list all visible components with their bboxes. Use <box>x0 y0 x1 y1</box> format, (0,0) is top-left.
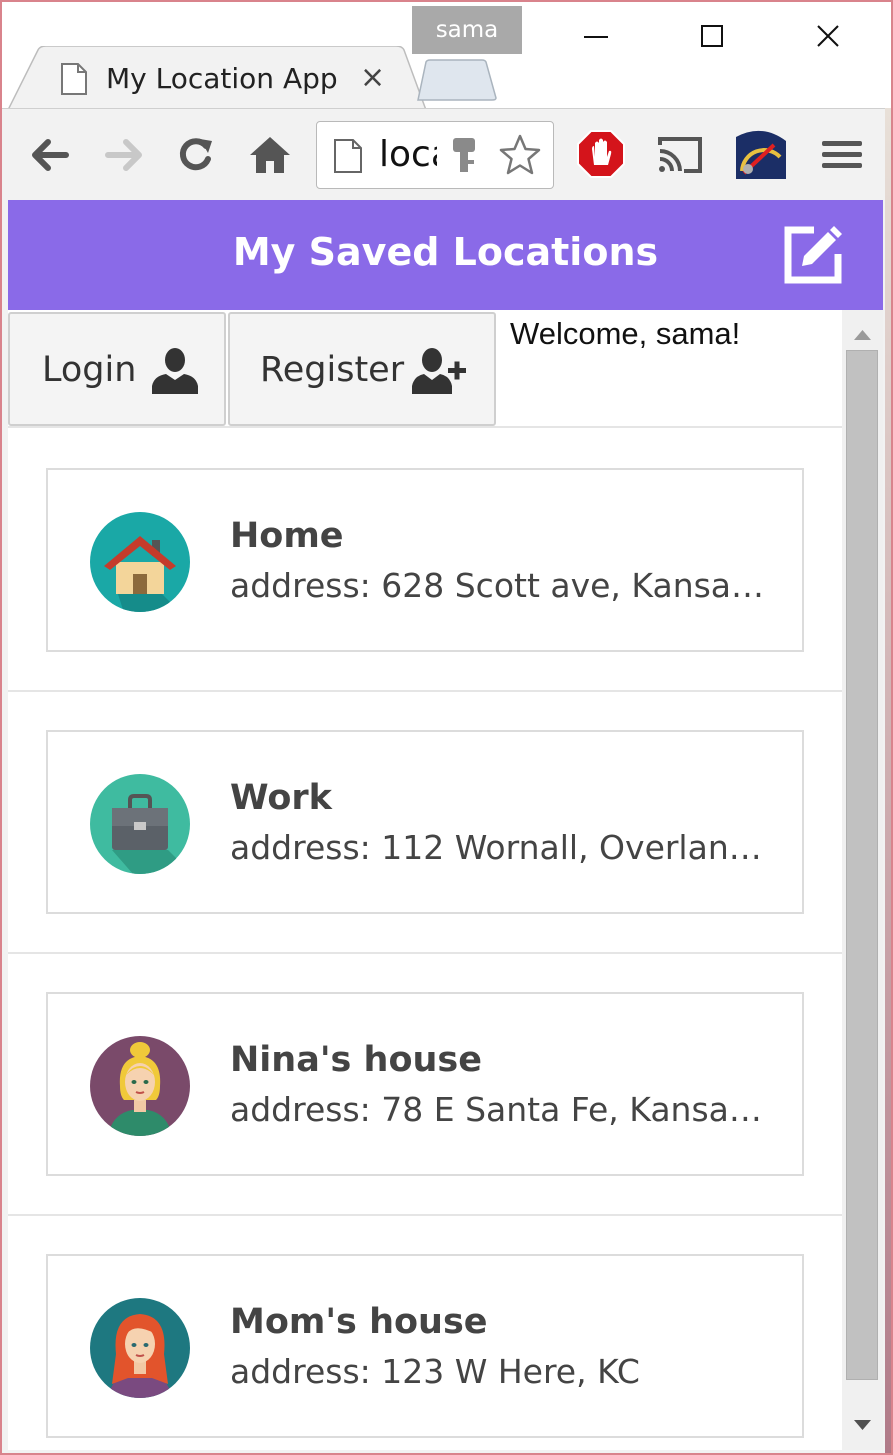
location-name: Home <box>230 516 344 556</box>
house-icon <box>90 512 190 612</box>
list-item: Work address: 112 Wornall, Overland Park <box>8 692 842 954</box>
location-address: address: 112 Wornall, Overland Park <box>230 828 776 867</box>
page-icon <box>334 139 362 173</box>
location-card[interactable]: Work address: 112 Wornall, Overland Park <box>46 730 804 914</box>
location-address: address: 628 Scott ave, Kansas City <box>230 566 776 605</box>
app-header: My Saved Locations <box>8 200 883 310</box>
browser-toolbar: localhost <box>2 108 891 200</box>
location-card[interactable]: Nina's house address: 78 E Santa Fe, Kan… <box>46 992 804 1176</box>
add-user-icon <box>412 348 466 394</box>
user-icon <box>152 348 198 394</box>
speedometer-icon[interactable] <box>734 127 788 181</box>
maximize-icon[interactable] <box>692 16 732 56</box>
woman-blonde-icon <box>90 1036 190 1136</box>
address-bar[interactable]: localhost <box>316 121 554 189</box>
back-arrow-icon[interactable] <box>26 131 74 179</box>
auth-bar: Login Register Welcome, sama! <box>8 310 842 428</box>
page-icon <box>61 63 87 95</box>
window-close-icon[interactable] <box>808 16 848 56</box>
location-name: Nina's house <box>230 1040 483 1080</box>
minimize-icon[interactable] <box>576 16 616 56</box>
location-name: Work <box>230 778 332 818</box>
browser-tab[interactable]: My Location App × <box>8 46 426 110</box>
new-tab-button[interactable] <box>412 58 498 102</box>
cast-icon[interactable] <box>656 131 704 179</box>
edit-icon[interactable] <box>780 222 846 288</box>
location-address: address: 78 E Santa Fe, Kansas City <box>230 1090 776 1129</box>
login-label: Login <box>42 350 137 390</box>
location-name: Mom's house <box>230 1302 488 1342</box>
scroll-up-arrow-icon[interactable] <box>842 318 883 348</box>
title-bar: sama My Location App × <box>2 2 891 110</box>
scrollbar-thumb[interactable] <box>846 350 878 1380</box>
key-icon[interactable] <box>449 136 479 176</box>
list-item: Nina's house address: 78 E Santa Fe, Kan… <box>8 954 842 1216</box>
register-label: Register <box>260 350 405 390</box>
scroll-down-arrow-icon[interactable] <box>842 1410 883 1440</box>
list-item: Mom's house address: 123 W Here, KC <box>8 1216 842 1450</box>
reload-icon[interactable] <box>172 131 220 179</box>
location-card[interactable]: Mom's house address: 123 W Here, KC <box>46 1254 804 1438</box>
profile-badge[interactable]: sama <box>412 6 522 54</box>
login-button[interactable]: Login <box>8 312 226 426</box>
adblock-icon[interactable] <box>576 129 626 179</box>
location-address: address: 123 W Here, KC <box>230 1352 640 1391</box>
forward-arrow-icon[interactable] <box>100 131 148 179</box>
desktop-background <box>885 108 891 1453</box>
welcome-message: Welcome, sama! <box>510 316 741 351</box>
list-item: Home address: 628 Scott ave, Kansas City <box>8 430 842 692</box>
browser-window: sama My Location App × loc My Saved Loca… <box>0 0 893 1455</box>
scrollbar[interactable] <box>842 310 883 1450</box>
menu-icon[interactable] <box>818 131 866 179</box>
url-text[interactable]: localhost <box>379 134 437 175</box>
woman-redhead-icon <box>90 1298 190 1398</box>
page-title: My Saved Locations <box>232 230 659 274</box>
main-content: Login Register Welcome, sama! Home addre… <box>8 310 842 1450</box>
location-card[interactable]: Home address: 628 Scott ave, Kansas City <box>46 468 804 652</box>
tab-close-icon[interactable]: × <box>360 60 385 95</box>
bookmark-star-icon[interactable] <box>497 132 543 178</box>
tab-title: My Location App <box>106 62 338 95</box>
briefcase-icon <box>90 774 190 874</box>
register-button[interactable]: Register <box>228 312 496 426</box>
home-icon[interactable] <box>246 131 294 179</box>
